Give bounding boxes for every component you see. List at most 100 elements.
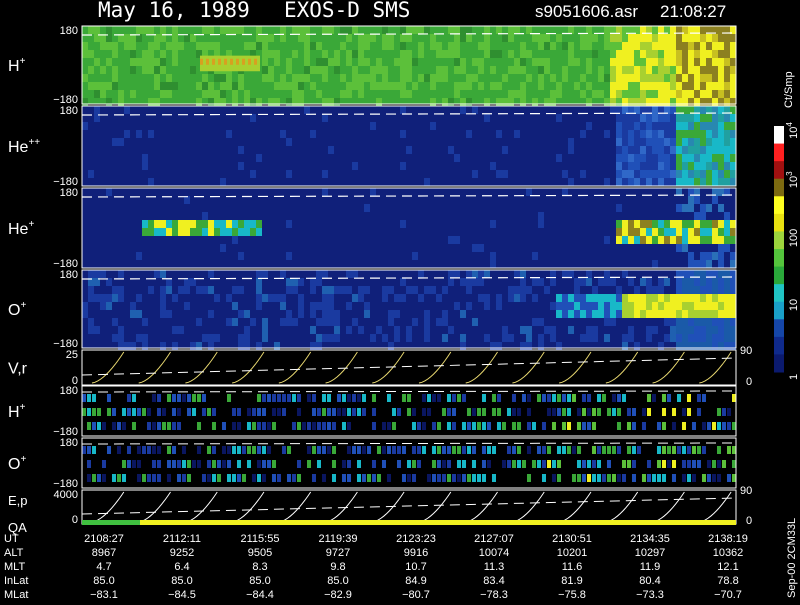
side-note: Sep-00 2CM33L [786, 518, 798, 598]
vr-right-max: 90 [740, 345, 752, 357]
table-cell: 2130:51 [552, 533, 592, 545]
table-cell: 2112:11 [163, 533, 201, 545]
colorbar-swatch [774, 354, 784, 373]
colorbar-units: Ct/Smp [783, 71, 795, 108]
ep-ymin: 0 [72, 514, 78, 526]
table-cell: −75.8 [558, 589, 586, 600]
he-plus-plus-panel [81, 105, 737, 187]
colorbar-swatch [774, 143, 784, 162]
color-scale-bar: 1 10 100 103 104 [774, 122, 800, 380]
vr-ymax: 25 [66, 349, 78, 361]
h_plus2-ymax: 180 [60, 385, 78, 397]
table-cell: 10362 [713, 547, 744, 559]
ep-label: E,p [8, 493, 28, 508]
table-cell: 81.9 [561, 575, 582, 587]
table-cell: 8.3 [252, 561, 267, 573]
table-cell: 9252 [170, 547, 194, 559]
sms-survey-plot: May 16, 1989 EXOS-D SMS s9051606.asr 21:… [4, 0, 800, 601]
table-cell: −84.4 [246, 589, 274, 600]
table-cell: 84.9 [405, 575, 426, 587]
he-plus-panel [81, 187, 737, 269]
table-cell: 85.0 [249, 575, 270, 587]
o_plus-label: O+ [8, 300, 26, 319]
table-cell: 80.4 [639, 575, 660, 587]
colorbar-swatch [774, 336, 784, 355]
he_pp-ymax: 180 [60, 105, 78, 117]
table-row-label: MLat [4, 589, 28, 600]
table-row-label: MLT [4, 561, 25, 573]
he_plus-label-sup: + [28, 219, 34, 230]
table-cell: 9727 [326, 547, 350, 559]
table-cell: 78.8 [717, 575, 738, 587]
table-row-label: InLat [4, 575, 28, 587]
o_plus2-label-sup: + [20, 454, 26, 465]
table-cell: 4.7 [96, 561, 111, 573]
ep-right-max: 90 [740, 485, 752, 497]
h-plus-strip-panel [81, 385, 737, 437]
colorbar-swatch [774, 231, 784, 250]
table-cell: 10201 [557, 547, 588, 559]
vr-right-min: 0 [746, 376, 752, 388]
o-plus-strip-panel [81, 437, 737, 489]
colorbar-tick: 104 [785, 122, 800, 139]
table-cell: 9505 [248, 547, 272, 559]
table-cell: 11.9 [640, 561, 661, 573]
table-cell: −73.3 [636, 589, 664, 600]
h_plus-label-sup: + [20, 56, 26, 67]
table-cell: 11.3 [484, 561, 505, 573]
table-cell: 10297 [635, 547, 666, 559]
table-cell: 85.0 [327, 575, 348, 587]
table-cell: 2123:23 [396, 533, 436, 545]
table-cell: 2138:19 [708, 533, 748, 545]
vr-label: V,r [8, 361, 28, 378]
h-plus-panel [81, 25, 737, 106]
o_plus2-ymax: 180 [60, 437, 78, 449]
ep-ymax: 4000 [54, 489, 78, 501]
h_plus2-label-sup: + [20, 402, 26, 413]
he_pp-label: He++ [8, 137, 40, 156]
h_plus-label: H+ [8, 56, 26, 75]
o_plus-label-sup: + [20, 300, 26, 311]
table-cell: 2108:27 [84, 533, 124, 545]
colorbar-swatch [774, 161, 784, 180]
table-cell: 85.0 [93, 575, 114, 587]
colorbar-tick: 100 [788, 229, 800, 247]
table-cell: −82.9 [324, 589, 352, 600]
table-cell: −70.7 [714, 589, 742, 600]
table-cell: −78.3 [480, 589, 508, 600]
colorbar-tick: 10 [788, 299, 800, 311]
he_pp-label-sup: ++ [28, 137, 40, 148]
table-cell: 9916 [404, 547, 428, 559]
spectrogram-panels [81, 25, 737, 525]
table-cell: 2115:55 [241, 533, 280, 545]
plot-time: 21:08:27 [660, 2, 726, 21]
colorbar-swatch [774, 284, 784, 303]
he_plus-label: He+ [8, 219, 34, 238]
vr-panel [81, 349, 737, 386]
colorbar-swatch [774, 196, 784, 215]
table-row-label: ALT [4, 547, 24, 559]
colorbar-tick: 103 [785, 171, 800, 188]
h_plus2-label: H+ [8, 402, 26, 421]
ep-right-min: 0 [746, 515, 752, 527]
colorbar-swatch [774, 301, 784, 320]
h_plus-ymax: 180 [60, 25, 78, 37]
table-cell: 12.1 [717, 561, 738, 573]
colorbar-tick: 1 [788, 374, 800, 380]
he_plus-ymax: 180 [60, 187, 78, 199]
table-cell: 85.0 [171, 575, 192, 587]
plot-file: s9051606.asr [535, 2, 638, 21]
table-cell: −80.7 [402, 589, 430, 600]
colorbar-swatch [774, 178, 784, 197]
colorbar-swatch [774, 213, 784, 232]
table-cell: 10.7 [405, 561, 426, 573]
table-cell: −83.1 [90, 589, 118, 600]
colorbar-swatch [774, 266, 784, 285]
table-cell: 9.8 [330, 561, 345, 573]
table-row-label: UT [4, 533, 19, 545]
o_plus2-label: O+ [8, 454, 26, 473]
ephemeris-table: UT 2108:27 2112:11 2115:55 2119:39 2123:23 212… [4, 533, 748, 601]
plot-date: May 16, 1989 [98, 0, 250, 22]
table-cell: 10074 [479, 547, 510, 559]
table-cell: 2134:35 [630, 533, 670, 545]
